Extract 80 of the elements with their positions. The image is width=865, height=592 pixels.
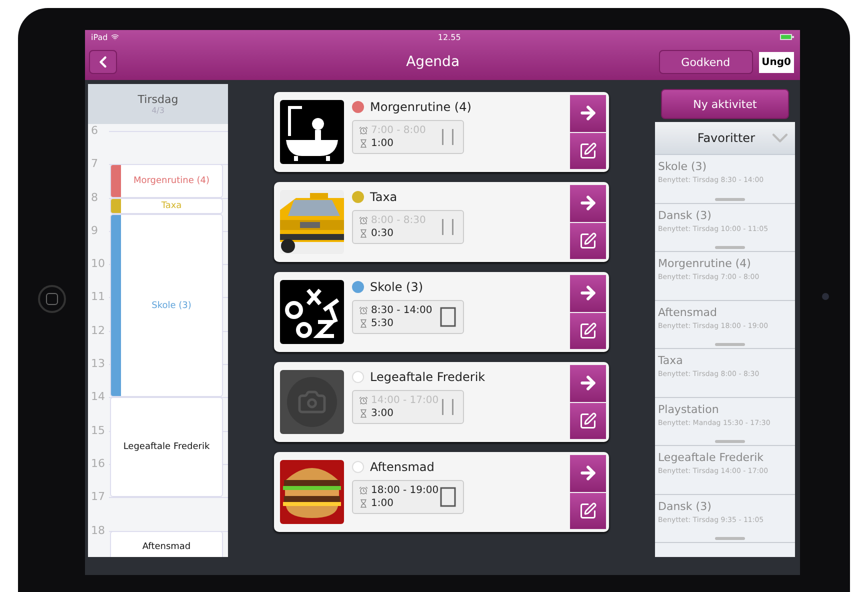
- start-button[interactable]: [570, 95, 606, 132]
- start-button[interactable]: [570, 455, 606, 492]
- drag-handle[interactable]: [715, 537, 745, 540]
- hour-label: 16: [90, 458, 106, 470]
- hour-label: 10: [90, 258, 106, 270]
- camera-lens: [822, 293, 828, 300]
- activity-title: Skole (3): [370, 280, 424, 294]
- calendar-event[interactable]: Aftensmad: [110, 530, 223, 557]
- hour-label: 17: [90, 491, 106, 504]
- new-activity-button[interactable]: Ny aktivitet: [661, 89, 789, 119]
- day-name: Tirsdag: [138, 93, 178, 106]
- status-dot: [352, 461, 364, 473]
- alarm-icon: [359, 126, 368, 135]
- activity-title: Aftensmad: [370, 460, 434, 474]
- duration: 1:00: [371, 498, 394, 509]
- arrow-right-icon: [578, 103, 598, 124]
- edit-icon: [579, 502, 597, 520]
- hour-label: 7: [90, 158, 99, 170]
- hourglass-icon: [359, 139, 368, 148]
- duration: 1:00: [371, 138, 394, 149]
- drag-handle[interactable]: [715, 198, 745, 200]
- status-dot: [352, 371, 364, 383]
- edit-icon: [579, 142, 597, 160]
- alarm-icon: [359, 216, 368, 225]
- activity-title: Legeaftale Frederik: [370, 370, 486, 384]
- edit-icon: [579, 232, 597, 250]
- edit-button[interactable]: [570, 222, 606, 259]
- edit-button[interactable]: [570, 402, 606, 439]
- activity-title: Taxa: [370, 190, 398, 204]
- hour-label: 13: [90, 358, 106, 370]
- time-range: 8:30 - 14:00: [371, 305, 432, 316]
- duration: 5:30: [371, 318, 394, 329]
- activity-title: Morgenrutine (4): [370, 100, 472, 114]
- device-name: iPad: [91, 32, 108, 42]
- back-button[interactable]: [89, 50, 117, 74]
- alarm-icon: [359, 306, 368, 315]
- hour-label: 9: [90, 224, 99, 237]
- drag-handle[interactable]: [715, 440, 745, 443]
- calendar-event[interactable]: Legeaftale Frederik: [110, 397, 223, 498]
- hour-label: 8: [90, 192, 99, 204]
- calendar-event[interactable]: Skole (3): [110, 214, 223, 398]
- screen-title: Agenda: [405, 54, 461, 70]
- edit-button[interactable]: [570, 492, 606, 529]
- hour-label: 6: [90, 125, 99, 137]
- drag-handle[interactable]: [715, 246, 745, 249]
- time-range: 18:00 - 19:00: [371, 485, 439, 496]
- duration: 3:00: [371, 408, 394, 419]
- arrow-right-icon: [578, 373, 598, 394]
- hour-label: 11: [90, 291, 106, 304]
- arrow-right-icon: [578, 283, 598, 304]
- hour-label: 18: [90, 524, 106, 537]
- hour-label: 12: [90, 324, 106, 337]
- start-button[interactable]: [570, 365, 606, 402]
- favorites-title: Favoritter: [697, 131, 755, 145]
- alarm-icon: [359, 396, 368, 405]
- home-button[interactable]: [38, 285, 66, 313]
- hour-label: 15: [90, 424, 106, 437]
- edit-icon: [579, 412, 597, 430]
- battery-icon: [780, 34, 794, 40]
- edit-icon: [579, 322, 597, 340]
- hourglass-icon: [359, 319, 368, 328]
- hour-label: 14: [90, 391, 106, 404]
- user-badge[interactable]: Ung0: [758, 52, 794, 72]
- wifi-icon: [110, 33, 119, 41]
- edit-button[interactable]: [570, 312, 606, 349]
- start-button[interactable]: [570, 275, 606, 312]
- edit-button[interactable]: [570, 132, 606, 169]
- hourglass-icon: [359, 499, 368, 508]
- clock: 12.55: [438, 32, 461, 42]
- duration: 0:30: [371, 228, 394, 239]
- arrow-right-icon: [578, 193, 598, 214]
- approve-button[interactable]: Godkend: [658, 50, 753, 74]
- drag-handle[interactable]: [715, 343, 745, 346]
- calendar-event[interactable]: Morgenrutine (4): [110, 164, 223, 198]
- start-button[interactable]: [570, 185, 606, 222]
- hourglass-icon: [359, 229, 368, 238]
- alarm-icon: [359, 486, 368, 495]
- hourglass-icon: [359, 409, 368, 418]
- calendar-event[interactable]: Taxa: [110, 198, 223, 214]
- arrow-right-icon: [578, 463, 598, 484]
